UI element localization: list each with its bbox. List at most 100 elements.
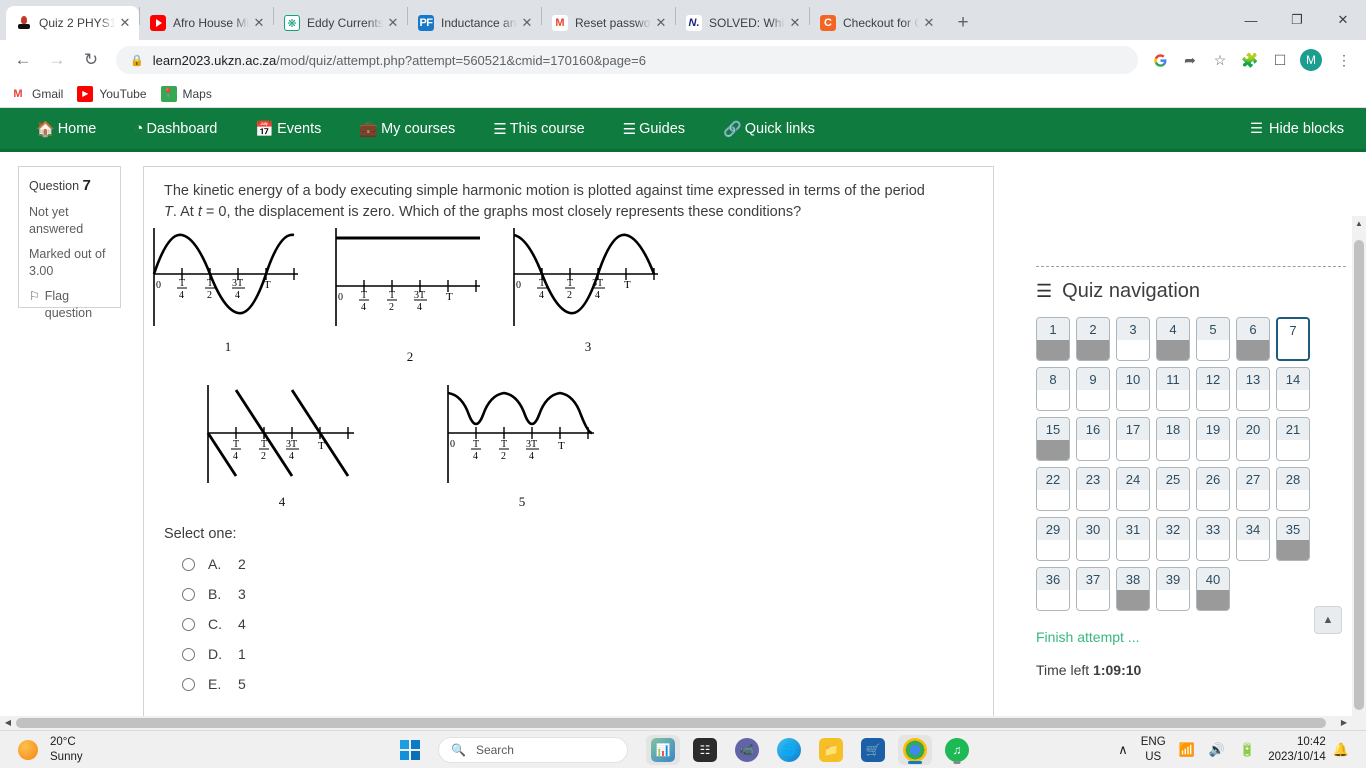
taskbar-clock[interactable]: 10:42 2023/10/14 [1268,735,1326,764]
task-view-icon[interactable]: ☷ [688,735,722,765]
nav-quick-links[interactable]: 🔗 Quick links [723,120,815,138]
quiz-nav-cell-12[interactable]: 12 [1196,367,1230,411]
quiz-nav-cell-15[interactable]: 15 [1036,417,1070,461]
browser-tab-1[interactable]: Afro House Mix J ✕ [140,6,273,40]
quiz-nav-cell-1[interactable]: 1 [1036,317,1070,361]
tab-close-icon[interactable]: ✕ [117,15,133,31]
quiz-nav-cell-3[interactable]: 3 [1116,317,1150,361]
browser-menu-icon[interactable]: ⋮ [1330,46,1358,74]
tab-close-icon[interactable]: ✕ [519,15,535,31]
option-c[interactable]: C. 4 [164,609,993,639]
quiz-nav-cell-23[interactable]: 23 [1076,467,1110,511]
option-b[interactable]: B. 3 [164,579,993,609]
nav-home[interactable]: 🏠 Home [36,120,96,138]
quiz-nav-cell-19[interactable]: 19 [1196,417,1230,461]
quiz-nav-cell-7[interactable]: 7 [1276,317,1310,361]
wifi-icon[interactable]: 📶 [1179,742,1195,758]
volume-icon[interactable]: 🔊 [1209,742,1225,758]
battery-icon[interactable]: 🔋 [1239,742,1255,758]
quiz-nav-cell-17[interactable]: 17 [1116,417,1150,461]
option-e-radio[interactable] [182,677,195,691]
spotify-icon[interactable]: ♫ [940,735,974,765]
quiz-nav-cell-10[interactable]: 10 [1116,367,1150,411]
tab-close-icon[interactable]: ✕ [251,15,267,31]
minimize-button[interactable]: — [1228,4,1274,36]
browser-tab-5[interactable]: N. SOLVED: Which t ✕ [676,6,809,40]
option-c-radio[interactable] [182,617,195,631]
quiz-nav-cell-16[interactable]: 16 [1076,417,1110,461]
quiz-nav-cell-18[interactable]: 18 [1156,417,1190,461]
scroll-right-arrow-icon[interactable]: ▶ [1336,716,1352,730]
quiz-nav-cell-38[interactable]: 38 [1116,567,1150,611]
quiz-nav-cell-25[interactable]: 25 [1156,467,1190,511]
quiz-nav-cell-26[interactable]: 26 [1196,467,1230,511]
taskbar-search[interactable]: 🔍 Search [438,736,628,763]
extensions-icon[interactable]: 🧩 [1236,46,1264,74]
quiz-nav-cell-28[interactable]: 28 [1276,467,1310,511]
widgets-icon[interactable]: 📊 [646,734,680,765]
quiz-nav-cell-6[interactable]: 6 [1236,317,1270,361]
new-tab-button[interactable]: + [949,9,977,37]
share-icon[interactable]: ➦ [1176,46,1204,74]
option-d[interactable]: D. 1 [164,639,993,669]
notification-icon[interactable]: 🔔 [1333,742,1349,758]
back-icon[interactable]: ← [8,45,38,75]
bookmark-star-icon[interactable]: ☆ [1206,46,1234,74]
quiz-nav-cell-8[interactable]: 8 [1036,367,1070,411]
quiz-nav-cell-33[interactable]: 33 [1196,517,1230,561]
microsoft-store-icon[interactable]: 🛒 [856,735,890,765]
browser-tab-6[interactable]: C Checkout for Ch ✕ [810,6,943,40]
quiz-nav-cell-32[interactable]: 32 [1156,517,1190,561]
option-e[interactable]: E. 5 [164,669,993,699]
quiz-nav-cell-29[interactable]: 29 [1036,517,1070,561]
quiz-nav-cell-30[interactable]: 30 [1076,517,1110,561]
nav-dashboard[interactable]: ◔ Dashboard [134,120,217,137]
quiz-nav-cell-9[interactable]: 9 [1076,367,1110,411]
option-a[interactable]: A. 2 [164,549,993,579]
quiz-nav-cell-13[interactable]: 13 [1236,367,1270,411]
browser-tab-0[interactable]: Quiz 2 PHYS1620 ✕ [6,6,139,40]
browser-tab-3[interactable]: PF Inductance and E ✕ [408,6,541,40]
quiz-nav-cell-40[interactable]: 40 [1196,567,1230,611]
option-d-radio[interactable] [182,647,195,661]
bookmark-maps[interactable]: 📍 Maps [160,85,212,102]
quiz-nav-cell-21[interactable]: 21 [1276,417,1310,461]
tab-close-icon[interactable]: ✕ [921,15,937,31]
quiz-nav-cell-24[interactable]: 24 [1116,467,1150,511]
quiz-nav-cell-2[interactable]: 2 [1076,317,1110,361]
nav-events[interactable]: 📅 Events [255,120,321,138]
bookmark-youtube[interactable]: ▶ YouTube [77,85,147,102]
scroll-up-arrow-icon[interactable]: ▲ [1352,216,1366,232]
quiz-nav-cell-22[interactable]: 22 [1036,467,1070,511]
quiz-nav-cell-35[interactable]: 35 [1276,517,1310,561]
quiz-nav-cell-36[interactable]: 36 [1036,567,1070,611]
horizontal-scrollbar[interactable]: ◀ ▶ [0,716,1352,730]
close-window-button[interactable]: ✕ [1320,4,1366,36]
quiz-nav-cell-37[interactable]: 37 [1076,567,1110,611]
tab-close-icon[interactable]: ✕ [787,15,803,31]
nav-my-courses[interactable]: 💼 My courses [359,120,455,138]
browser-tab-2[interactable]: ❋ Eddy Currents an ✕ [274,6,407,40]
quiz-nav-cell-5[interactable]: 5 [1196,317,1230,361]
option-b-radio[interactable] [182,587,195,601]
hide-blocks-button[interactable]: ☰ Hide blocks [1250,121,1344,137]
back-to-top-button[interactable]: ▲ [1314,606,1342,634]
teams-icon[interactable]: 📹 [730,735,764,765]
address-bar[interactable]: 🔒 learn2023.ukzn.ac.za/mod/quiz/attempt.… [116,46,1138,74]
quiz-nav-cell-4[interactable]: 4 [1156,317,1190,361]
quiz-nav-cell-14[interactable]: 14 [1276,367,1310,411]
maximize-button[interactable]: ❐ [1274,4,1320,36]
forward-icon[interactable]: → [42,45,72,75]
google-icon[interactable] [1146,46,1174,74]
quiz-nav-cell-34[interactable]: 34 [1236,517,1270,561]
flag-question-button[interactable]: ⚐ Flag question [29,288,110,322]
finish-attempt-link[interactable]: Finish attempt ... [1036,629,1346,645]
file-explorer-icon[interactable]: 📁 [814,735,848,765]
language-indicator[interactable]: ENG US [1141,735,1166,764]
tray-expand-icon[interactable]: ∧ [1118,742,1128,758]
sidepanel-icon[interactable]: ☐ [1266,46,1294,74]
scroll-left-arrow-icon[interactable]: ◀ [0,716,16,730]
quiz-nav-cell-39[interactable]: 39 [1156,567,1190,611]
horizontal-scroll-thumb[interactable] [16,718,1326,728]
nav-guides[interactable]: ☰ Guides [623,120,685,138]
